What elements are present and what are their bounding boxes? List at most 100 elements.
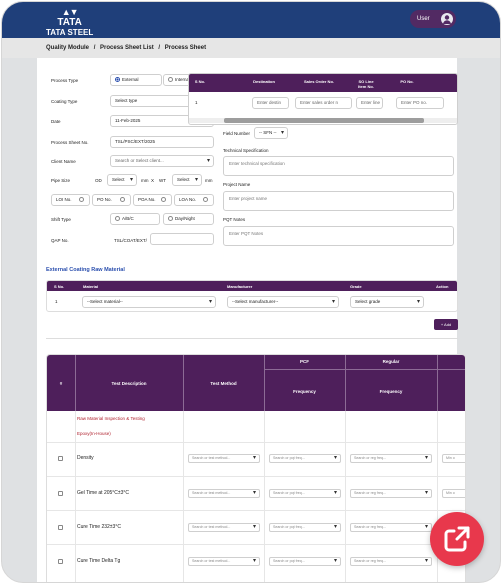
material-select[interactable]: --Select material-- [82, 296, 216, 308]
po-input[interactable]: Enter PO no. [396, 97, 444, 109]
row-checkbox[interactable] [58, 559, 63, 564]
tata-steel-logo: ▲▼ TATA TATA STEEL [46, 8, 93, 38]
so-col-line-item: SO Line Item No. [358, 79, 374, 89]
day-night-radio[interactable]: Day/Night [163, 213, 214, 225]
tt-col-pcf: PCF [300, 359, 309, 364]
min-input[interactable]: Min o [442, 489, 465, 498]
row-checkbox[interactable] [58, 491, 63, 496]
table-row: Cure Time Delta Tg Search or test method… [47, 544, 465, 578]
loa-checkbox[interactable]: LOA No. [174, 194, 214, 206]
day-night-label: Day/Night [175, 216, 195, 221]
manufacturer-select[interactable]: --Select manufacturer-- [227, 296, 339, 308]
subsection-epoxy: Epoxy(In-House) [77, 431, 111, 436]
po-radio-icon [120, 197, 125, 202]
po-label: PO No. [97, 197, 112, 202]
so-col-po: PO No. [400, 79, 414, 84]
abc-label: A/B/C [122, 216, 134, 221]
add-material-button[interactable]: + Add [434, 319, 458, 330]
client-search-input[interactable]: Search or Select client... [110, 155, 214, 167]
qap-input[interactable] [150, 233, 214, 245]
row-checkbox[interactable] [58, 456, 63, 461]
rm-col-action: Action [436, 284, 449, 289]
rm-col-material: Material [83, 284, 99, 289]
test-method-select[interactable]: Search or test method... [188, 454, 260, 463]
project-name-label: Project Name [223, 182, 251, 187]
rm-col-sno: S No. [54, 284, 65, 289]
tech-spec-textarea[interactable]: Enter technical specification [223, 156, 454, 176]
breadcrumb-quality-module[interactable]: Quality Module [46, 45, 89, 51]
tt-col-no: # [59, 381, 63, 386]
breadcrumb-process-sheet: Process Sheet [164, 45, 207, 51]
row-checkbox[interactable] [58, 525, 63, 530]
breadcrumb-bar: Quality Module / Process Sheet List / Pr… [2, 38, 500, 58]
wt-select[interactable]: Select [172, 174, 202, 186]
grade-select[interactable]: Select grade [350, 296, 424, 308]
regular-frequency-select[interactable]: Search or reg freq... [350, 454, 432, 463]
rm-row-number: 1 [55, 299, 58, 304]
radio-icon [115, 216, 120, 222]
test-description: Gel Time at 205°C±3°C [77, 490, 130, 496]
times-label: X [151, 178, 155, 183]
pcf-frequency-select[interactable]: Search or pqt freq... [269, 523, 341, 532]
client-name-label: Client Name [51, 159, 76, 164]
od-select[interactable]: Select [107, 174, 137, 186]
sales-order-input[interactable]: Enter sales order n [295, 97, 352, 109]
col-divider [264, 411, 265, 582]
test-method-select[interactable]: Search or test method... [188, 557, 260, 566]
raw-material-table: S No. Material Manufacturer Grade Action… [46, 280, 458, 312]
col-divider [183, 355, 184, 411]
process-sheet-no-input[interactable]: TSL/PSC/EXT/2025 [110, 136, 214, 148]
user-menu-button[interactable]: User [410, 10, 456, 28]
regular-frequency-select[interactable]: Search or reg freq... [350, 489, 432, 498]
test-method-select[interactable]: Search or test method... [188, 523, 260, 532]
breadcrumb-process-sheet-list[interactable]: Process Sheet List [100, 45, 154, 51]
breadcrumb: Quality Module / Process Sheet List / Pr… [46, 45, 209, 51]
pqt-notes-label: PQT Notes [223, 217, 246, 222]
so-col-sno: S No. [194, 79, 206, 84]
destination-input[interactable]: Enter destin [252, 97, 289, 109]
external-radio[interactable]: External [110, 74, 162, 86]
regular-frequency-select[interactable]: Search or reg freq... [350, 523, 432, 532]
field-number-select[interactable]: -- SFN -- [254, 127, 288, 139]
horizontal-scrollbar[interactable] [189, 118, 457, 123]
loi-checkbox[interactable]: LOI No. [51, 194, 90, 206]
scrollbar-thumb[interactable] [224, 118, 424, 123]
open-external-button[interactable] [430, 512, 484, 566]
tt-col-pcf-frequency: Frequency [293, 389, 316, 394]
pipe-size-label: Pipe Size [51, 178, 71, 183]
project-name-input[interactable]: Enter project name [223, 191, 454, 211]
loi-radio-icon [79, 197, 84, 202]
rm-col-manufacturer: Manufacturer [227, 284, 253, 289]
test-description: Cure Time 232±3°C [77, 524, 121, 530]
line-item-input[interactable]: Enter line [356, 97, 383, 109]
user-icon [441, 13, 453, 25]
regular-frequency-select[interactable]: Search or reg freq... [350, 557, 432, 566]
wt-unit: mm [205, 178, 213, 183]
breadcrumb-separator: / [158, 45, 161, 51]
pcf-frequency-select[interactable]: Search or pqt freq... [269, 454, 341, 463]
logo-text-top: TATA [57, 17, 82, 28]
tt-col-regular-frequency: Frequency [379, 389, 403, 394]
loa-radio-icon [203, 197, 208, 202]
test-method-select[interactable]: Search or test method... [188, 489, 260, 498]
logo-text-bottom: TATA STEEL [46, 28, 94, 37]
sales-order-table: S No. Destination Sales Order No. SO Lin… [188, 73, 458, 125]
pcf-frequency-select[interactable]: Search or pqt freq... [269, 557, 341, 566]
radio-icon [168, 77, 173, 83]
po-checkbox[interactable]: PO No. [92, 194, 131, 206]
pqt-notes-textarea[interactable]: Enter PQT Notes [223, 226, 454, 246]
pcf-frequency-select[interactable]: Search or pqt freq... [269, 489, 341, 498]
min-input[interactable]: Min o [442, 454, 465, 463]
abc-shift-radio[interactable]: A/B/C [110, 213, 160, 225]
od-unit: mm [141, 178, 149, 183]
so-row-number: 1 [195, 100, 198, 105]
col-divider [437, 355, 438, 411]
tech-spec-label: Technical Specification [223, 148, 269, 153]
rm-col-grade: Grade [350, 284, 362, 289]
col-divider [183, 411, 184, 582]
poa-checkbox[interactable]: POA No. [133, 194, 172, 206]
poa-label: POA No. [138, 197, 156, 202]
external-label: External [122, 77, 139, 82]
col-divider [264, 355, 265, 411]
radio-selected-icon [115, 77, 120, 83]
